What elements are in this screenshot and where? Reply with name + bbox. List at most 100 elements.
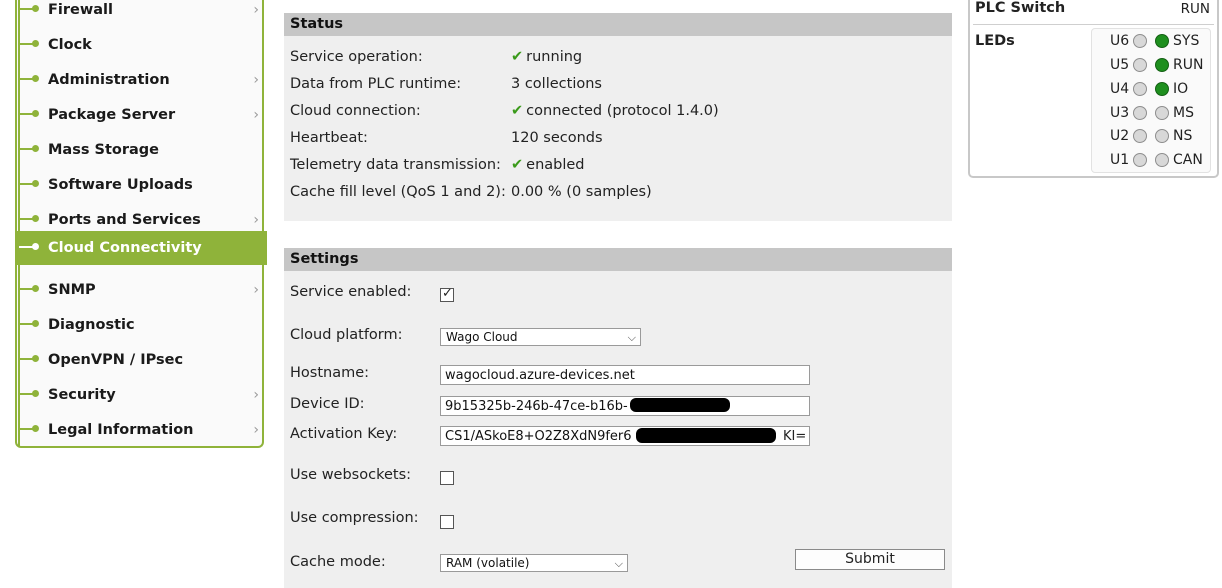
- sidebar-item-cloud-connectivity[interactable]: Cloud Connectivity: [17, 231, 267, 265]
- sidebar-item-label: Administration: [48, 72, 170, 88]
- led-indicator-icon: [1155, 58, 1169, 72]
- status-label-telemetry: Telemetry data transmission:: [290, 157, 501, 173]
- websockets-checkbox[interactable]: [440, 471, 454, 485]
- chevron-down-icon: ⌵: [614, 557, 623, 570]
- sidebar-item-administration[interactable]: Administration ›: [17, 63, 267, 97]
- sidebar-item-software-uploads[interactable]: Software Uploads: [17, 168, 267, 202]
- sidebar-item-firewall[interactable]: Firewall ›: [17, 0, 267, 27]
- activation-key-suffix: KI=: [783, 429, 807, 444]
- sidebar-item-clock[interactable]: Clock: [17, 28, 267, 62]
- cache-mode-select[interactable]: RAM (volatile) ⌵: [440, 554, 628, 572]
- sidebar-item-openvpn-ipsec[interactable]: OpenVPN / IPsec: [17, 343, 267, 377]
- nav-bullet-icon: [32, 390, 39, 397]
- chevron-down-icon: ⌵: [627, 331, 636, 344]
- device-id-label: Device ID:: [290, 396, 365, 412]
- led-indicator-icon: [1133, 129, 1147, 143]
- led-indicator-icon: [1133, 34, 1147, 48]
- device-id-value: 9b15325b-246b-47ce-b16b-: [445, 399, 628, 414]
- led-indicator-icon: [1155, 153, 1169, 167]
- checkmark-icon: ✔: [511, 157, 524, 173]
- cloud-platform-label: Cloud platform:: [290, 327, 403, 343]
- sidebar-item-snmp[interactable]: SNMP ›: [17, 273, 267, 307]
- status-label-plc-runtime: Data from PLC runtime:: [290, 76, 462, 92]
- checkmark-icon: ✔: [511, 103, 524, 119]
- sidebar-item-package-server[interactable]: Package Server ›: [17, 98, 267, 132]
- activation-key-value: CS1/ASkoE8+O2Z8XdN9fer6: [445, 429, 632, 444]
- sidebar-item-label: Mass Storage: [48, 142, 160, 158]
- led-indicator-icon: [1155, 106, 1169, 120]
- led-name: IO: [1173, 81, 1189, 97]
- led-row: U4 IO: [1092, 79, 1210, 101]
- led-name: CAN: [1173, 152, 1203, 168]
- device-id-input[interactable]: 9b15325b-246b-47ce-b16b-: [440, 396, 810, 416]
- hostname-input[interactable]: wagocloud.azure-devices.net: [440, 365, 810, 385]
- divider: [973, 24, 1214, 25]
- sidebar-item-legal-information[interactable]: Legal Information ›: [17, 413, 267, 447]
- sidebar-item-label: Package Server: [48, 107, 176, 123]
- led-user-label: U3: [1110, 105, 1130, 121]
- cache-mode-label: Cache mode:: [290, 554, 386, 570]
- led-name: SYS: [1173, 33, 1200, 49]
- led-indicator-icon: [1155, 129, 1169, 143]
- activation-key-label: Activation Key:: [290, 426, 398, 442]
- nav-bullet-icon: [32, 5, 39, 12]
- redaction-mark: [636, 428, 776, 443]
- websockets-label: Use websockets:: [290, 467, 412, 483]
- plc-switch-label: PLC Switch: [975, 0, 1066, 16]
- status-label-cache-fill: Cache fill level (QoS 1 and 2):: [290, 184, 506, 200]
- status-label-service-operation: Service operation:: [290, 49, 423, 65]
- led-name: MS: [1173, 105, 1194, 121]
- status-value-service-operation: ✔ running: [511, 49, 582, 65]
- sidebar-item-label: Software Uploads: [48, 177, 193, 193]
- status-value-text: enabled: [526, 157, 585, 173]
- sidebar-item-security[interactable]: Security ›: [17, 378, 267, 412]
- settings-heading: Settings: [284, 248, 952, 271]
- chevron-right-icon: ›: [253, 422, 259, 438]
- nav-bullet-icon: [32, 110, 39, 117]
- sidebar-item-label: Clock: [48, 37, 92, 53]
- submit-button[interactable]: Submit: [795, 549, 945, 570]
- compression-checkbox[interactable]: [440, 515, 454, 529]
- status-heading: Status: [284, 13, 952, 36]
- chevron-right-icon: ›: [253, 2, 259, 18]
- nav-bullet-icon: [32, 180, 39, 187]
- led-name: RUN: [1173, 57, 1204, 73]
- led-panel: U6 SYS U5 RUN U4 IO U3 MS U2 NS U1 CAN: [1091, 28, 1211, 173]
- settings-panel: Settings Service enabled: ✓ Cloud platfo…: [284, 248, 952, 588]
- plc-status-panel: PLC Switch RUN LEDs U6 SYS U5 RUN U4 IO …: [968, 0, 1219, 178]
- cloud-platform-value: Wago Cloud: [446, 330, 518, 344]
- service-enabled-label: Service enabled:: [290, 284, 412, 300]
- sidebar-item-diagnostic[interactable]: Diagnostic: [17, 308, 267, 342]
- led-indicator-icon: [1133, 106, 1147, 120]
- plc-switch-value: RUN: [1180, 1, 1210, 17]
- led-row: U2 NS: [1092, 126, 1210, 148]
- hostname-label: Hostname:: [290, 365, 370, 381]
- status-value-telemetry: ✔ enabled: [511, 157, 585, 173]
- sidebar-item-label: Legal Information: [48, 422, 194, 438]
- cloud-platform-select[interactable]: Wago Cloud ⌵: [440, 328, 641, 346]
- led-indicator-icon: [1133, 58, 1147, 72]
- chevron-right-icon: ›: [253, 387, 259, 403]
- led-user-label: U1: [1110, 152, 1130, 168]
- led-user-label: U2: [1110, 128, 1130, 144]
- nav-bullet-icon: [32, 75, 39, 82]
- chevron-right-icon: ›: [253, 107, 259, 123]
- led-row: U5 RUN: [1092, 55, 1210, 77]
- chevron-right-icon: ›: [253, 212, 259, 228]
- led-row: U6 SYS: [1092, 31, 1210, 53]
- sidebar-item-label: OpenVPN / IPsec: [48, 352, 184, 368]
- sidebar-item-mass-storage[interactable]: Mass Storage: [17, 133, 267, 167]
- led-indicator-icon: [1133, 82, 1147, 96]
- sidebar-item-label: Ports and Services: [48, 212, 201, 228]
- service-enabled-checkbox[interactable]: ✓: [440, 286, 454, 302]
- nav-bullet-icon: [32, 425, 39, 432]
- chevron-right-icon: ›: [253, 72, 259, 88]
- status-value-text: connected (protocol 1.4.0): [526, 103, 719, 119]
- sidebar-item-label: Cloud Connectivity: [48, 240, 202, 256]
- status-value-cache-fill: 0.00 % (0 samples): [511, 184, 652, 200]
- led-row: U1 CAN: [1092, 150, 1210, 172]
- sidebar-item-label: Firewall: [48, 2, 113, 18]
- chevron-right-icon: ›: [253, 282, 259, 298]
- led-indicator-icon: [1155, 34, 1169, 48]
- cache-mode-value: RAM (volatile): [446, 556, 530, 570]
